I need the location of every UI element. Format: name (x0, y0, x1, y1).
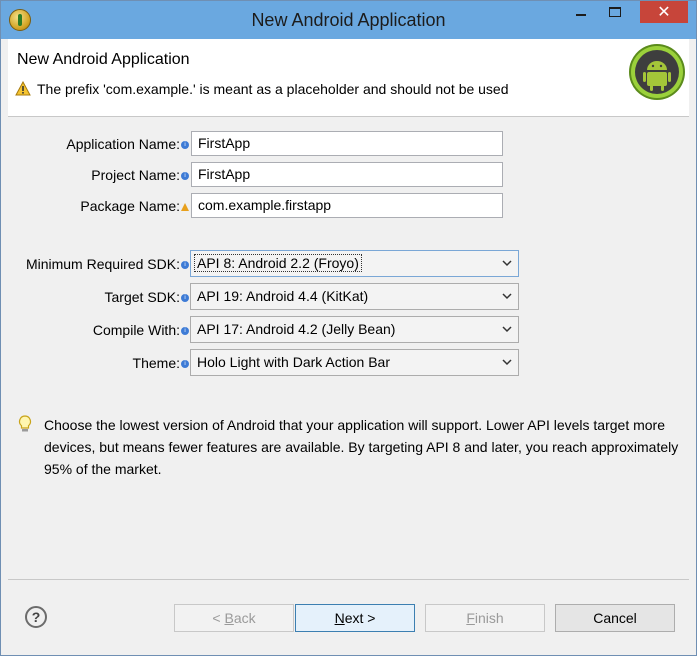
chevron-down-icon (496, 284, 518, 309)
info-icon: i (181, 360, 189, 369)
warning-icon (15, 81, 31, 96)
close-icon: ✕ (657, 4, 671, 21)
finish-rest: inish (474, 610, 504, 626)
next-rest: ext > (344, 610, 376, 626)
info-icon: i (181, 327, 189, 336)
info-icon: i (181, 261, 189, 270)
info-icon: i (181, 294, 189, 303)
help-icon: ? (31, 609, 41, 625)
back-button[interactable]: < Back (174, 604, 294, 632)
title-bar[interactable]: New Android Application ✕ (1, 1, 696, 39)
page-title: New Android Application (17, 51, 190, 68)
target-sdk-dropdown[interactable]: API 19: Android 4.4 (KitKat) (190, 283, 519, 310)
package-name-label: Package Name: (21, 198, 189, 214)
close-button[interactable]: ✕ (640, 1, 688, 23)
cancel-button[interactable]: Cancel (555, 604, 675, 632)
dialog-window: New Android Application ✕ New Android Ap… (0, 0, 697, 656)
maximize-button[interactable] (601, 1, 629, 23)
back-mnemonic: B (224, 610, 234, 626)
target-sdk-label-text: Target SDK: (104, 289, 180, 305)
back-rest: ack (233, 610, 256, 626)
minimize-icon (576, 14, 586, 16)
application-name-field[interactable]: FirstApp (191, 131, 503, 156)
project-name-field[interactable]: FirstApp (191, 162, 503, 187)
finish-mnemonic: F (466, 610, 475, 626)
help-button[interactable]: ? (25, 606, 47, 628)
chevron-down-icon (496, 251, 518, 276)
min-sdk-label-text: Minimum Required SDK: (25, 256, 180, 272)
maximize-icon (609, 7, 621, 17)
compile-with-dropdown[interactable]: API 17: Android 4.2 (Jelly Bean) (190, 316, 519, 343)
compile-with-value: API 17: Android 4.2 (Jelly Bean) (197, 321, 396, 337)
warning-icon (181, 203, 189, 212)
hint-text: Choose the lowest version of Android tha… (44, 417, 679, 477)
compile-with-label: Compile With: i (9, 322, 189, 338)
project-name-label: Project Name: i (21, 167, 189, 183)
wizard-header: New Android Application The prefix 'com.… (8, 39, 689, 117)
package-name-field[interactable]: com.example.firstapp (191, 193, 503, 218)
theme-label: Theme: i (9, 355, 189, 371)
info-icon: i (181, 141, 189, 150)
lightbulb-icon (19, 415, 31, 432)
target-sdk-label: Target SDK: i (9, 289, 189, 305)
finish-button[interactable]: Finish (425, 604, 545, 632)
theme-value: Holo Light with Dark Action Bar (197, 354, 390, 370)
application-name-label-text: Application Name: (66, 136, 180, 152)
next-mnemonic: N (334, 610, 345, 626)
target-sdk-value: API 19: Android 4.4 (KitKat) (197, 288, 369, 304)
package-name-label-text: Package Name: (80, 198, 180, 214)
min-sdk-label: Minimum Required SDK: i (9, 256, 189, 272)
compile-with-label-text: Compile With: (92, 322, 180, 338)
project-name-label-text: Project Name: (91, 167, 180, 183)
info-icon: i (181, 172, 189, 181)
min-sdk-value: API 8: Android 2.2 (Froyo) (194, 254, 362, 272)
back-prefix: < (212, 610, 221, 626)
theme-label-text: Theme: (132, 355, 180, 371)
chevron-down-icon (496, 350, 518, 375)
application-name-label: Application Name: i (21, 136, 189, 152)
min-sdk-dropdown[interactable]: API 8: Android 2.2 (Froyo) (190, 250, 519, 277)
theme-dropdown[interactable]: Holo Light with Dark Action Bar (190, 349, 519, 376)
footer-divider (8, 579, 689, 580)
header-warning-message: The prefix 'com.example.' is meant as a … (37, 81, 509, 97)
chevron-down-icon (496, 317, 518, 342)
android-logo-icon (629, 44, 685, 100)
next-button[interactable]: Next > (295, 604, 415, 632)
minimize-button[interactable] (567, 1, 595, 23)
